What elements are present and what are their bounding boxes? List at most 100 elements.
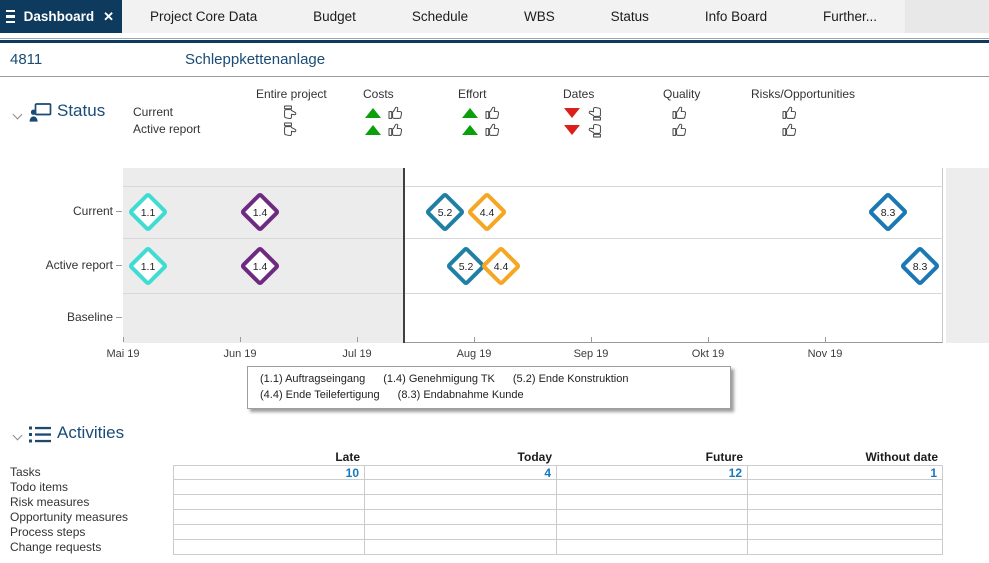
activities-col-header-late: Late [173, 450, 365, 465]
trend-up-icon [462, 108, 478, 118]
thumb-up-icon [485, 122, 501, 138]
activities-cell [173, 540, 365, 555]
activities-cell [748, 480, 943, 495]
divider-line-thin [0, 38, 989, 39]
status-indicator-dates [564, 104, 603, 121]
trend-up-icon [365, 108, 381, 118]
svg-text:8.3: 8.3 [913, 261, 928, 273]
chart-row-label-active-report: Active report [0, 258, 113, 272]
axis-tick [591, 337, 592, 342]
thumb-up-icon [782, 105, 798, 121]
activities-row-label-change-requests: Change requests [10, 540, 173, 555]
status-indicator-effort [462, 121, 501, 138]
status-row-label-active-report: Active report [133, 122, 200, 136]
thumb-neutral-icon [282, 122, 298, 138]
month-label-jun-19: Jun 19 [223, 348, 256, 360]
svg-text:5.2: 5.2 [459, 261, 474, 273]
legend-item: (4.4) Ende Teilefertigung [260, 389, 380, 401]
chart-row-label-baseline: Baseline [0, 310, 113, 324]
milestone-diamond-4-4[interactable]: 4.4 [480, 245, 522, 292]
activities-col-header-future: Future [557, 450, 748, 465]
thumb-up-icon [485, 105, 501, 121]
chart-gridline [123, 293, 943, 294]
activities-row-label-risk-measures: Risk measures [10, 495, 173, 510]
legend-item: (5.2) Ende Konstruktion [513, 373, 629, 385]
activities-cell [748, 540, 943, 555]
project-name: Schleppkettenanlage [185, 51, 325, 68]
activities-cell [365, 510, 557, 525]
thumb-up-icon [672, 105, 688, 121]
activities-row-label-process-steps: Process steps [10, 525, 173, 540]
activities-cell [557, 510, 748, 525]
thumb-up-icon [782, 122, 798, 138]
activities-section-title: Activities [57, 423, 124, 443]
activities-table: LateTodayFutureWithout dateTasks104121To… [10, 450, 943, 555]
row-tick [116, 317, 122, 318]
axis-tick [357, 337, 358, 342]
trend-down-icon [564, 108, 580, 118]
tab-schedule[interactable]: Schedule [384, 0, 496, 33]
chart-gridline [123, 186, 943, 187]
milestone-chart[interactable]: 1.1 1.4 5.2 4.4 8.3 1.1 1.4 5.2 4.4 8.3 [123, 168, 943, 343]
axis-tick [240, 337, 241, 342]
activities-row-label-todo-items: Todo items [10, 480, 173, 495]
chart-row-label-current: Current [0, 204, 113, 218]
milestone-diamond-1-4[interactable]: 1.4 [239, 245, 281, 292]
tab-strip: Project Core DataBudgetScheduleWBSStatus… [122, 0, 905, 33]
tab-status[interactable]: Status [583, 0, 677, 33]
project-number: 4811 [10, 51, 42, 68]
activities-section-icon [29, 426, 51, 448]
trend-up-icon [365, 125, 381, 135]
tab-project-core-data[interactable]: Project Core Data [122, 0, 285, 33]
activities-cell [557, 525, 748, 540]
collapse-chevron-activities[interactable] [13, 431, 23, 441]
svg-text:8.3: 8.3 [881, 207, 896, 219]
activities-cell[interactable]: 4 [365, 465, 557, 480]
month-label-sep-19: Sep 19 [574, 348, 609, 360]
collapse-chevron-status[interactable] [13, 110, 23, 120]
status-col-header-effort: Effort [458, 87, 486, 101]
milestone-diamond-4-4[interactable]: 4.4 [466, 191, 508, 238]
milestone-diamond-1-4[interactable]: 1.4 [239, 191, 281, 238]
milestone-diamond-5-2[interactable]: 5.2 [424, 191, 466, 238]
milestone-diamond-1-1[interactable]: 1.1 [127, 245, 169, 292]
chart-gridline [123, 238, 943, 239]
milestone-diamond-8-3[interactable]: 8.3 [867, 191, 909, 238]
activities-row-label-opportunity-measures: Opportunity measures [10, 510, 173, 525]
activities-corner [10, 450, 173, 465]
tab-wbs[interactable]: WBS [496, 0, 583, 33]
row-tick [116, 265, 122, 266]
month-label-aug-19: Aug 19 [457, 348, 492, 360]
axis-tick [474, 337, 475, 342]
tab-budget[interactable]: Budget [285, 0, 384, 33]
chart-right-gutter [946, 168, 989, 343]
thumb-down-icon [587, 105, 603, 121]
tab-info-board[interactable]: Info Board [677, 0, 795, 33]
trend-up-icon [462, 125, 478, 135]
status-col-header-quality: Quality [663, 87, 700, 101]
axis-tick [825, 337, 826, 342]
tab-dashboard-active[interactable]: Dashboard ✕ [0, 0, 122, 33]
activities-col-header-today: Today [365, 450, 557, 465]
thumb-up-icon [388, 105, 404, 121]
activities-cell [748, 525, 943, 540]
menu-icon[interactable] [6, 10, 15, 23]
status-col-header-risks-opportunities: Risks/Opportunities [751, 87, 855, 101]
thumb-neutral-icon [282, 105, 298, 121]
activities-cell[interactable]: 12 [557, 465, 748, 480]
svg-text:4.4: 4.4 [494, 261, 509, 273]
legend-item: (8.3) Endabnahme Kunde [398, 389, 524, 401]
thumb-down-icon [587, 122, 603, 138]
milestone-diamond-8-3[interactable]: 8.3 [899, 245, 941, 292]
milestone-diamond-1-1[interactable]: 1.1 [127, 191, 169, 238]
svg-text:1.4: 1.4 [253, 207, 268, 219]
month-label-nov-19: Nov 19 [808, 348, 843, 360]
close-icon[interactable]: ✕ [103, 9, 114, 25]
status-indicator-costs [365, 121, 404, 138]
activities-cell[interactable]: 1 [748, 465, 943, 480]
status-indicator-risks-opportunities [782, 121, 798, 138]
svg-text:5.2: 5.2 [438, 207, 453, 219]
milestone-legend: (1.1) Auftragseingang(1.4) Genehmigung T… [247, 366, 731, 409]
tab-further[interactable]: Further... [795, 0, 905, 33]
activities-cell[interactable]: 10 [173, 465, 365, 480]
